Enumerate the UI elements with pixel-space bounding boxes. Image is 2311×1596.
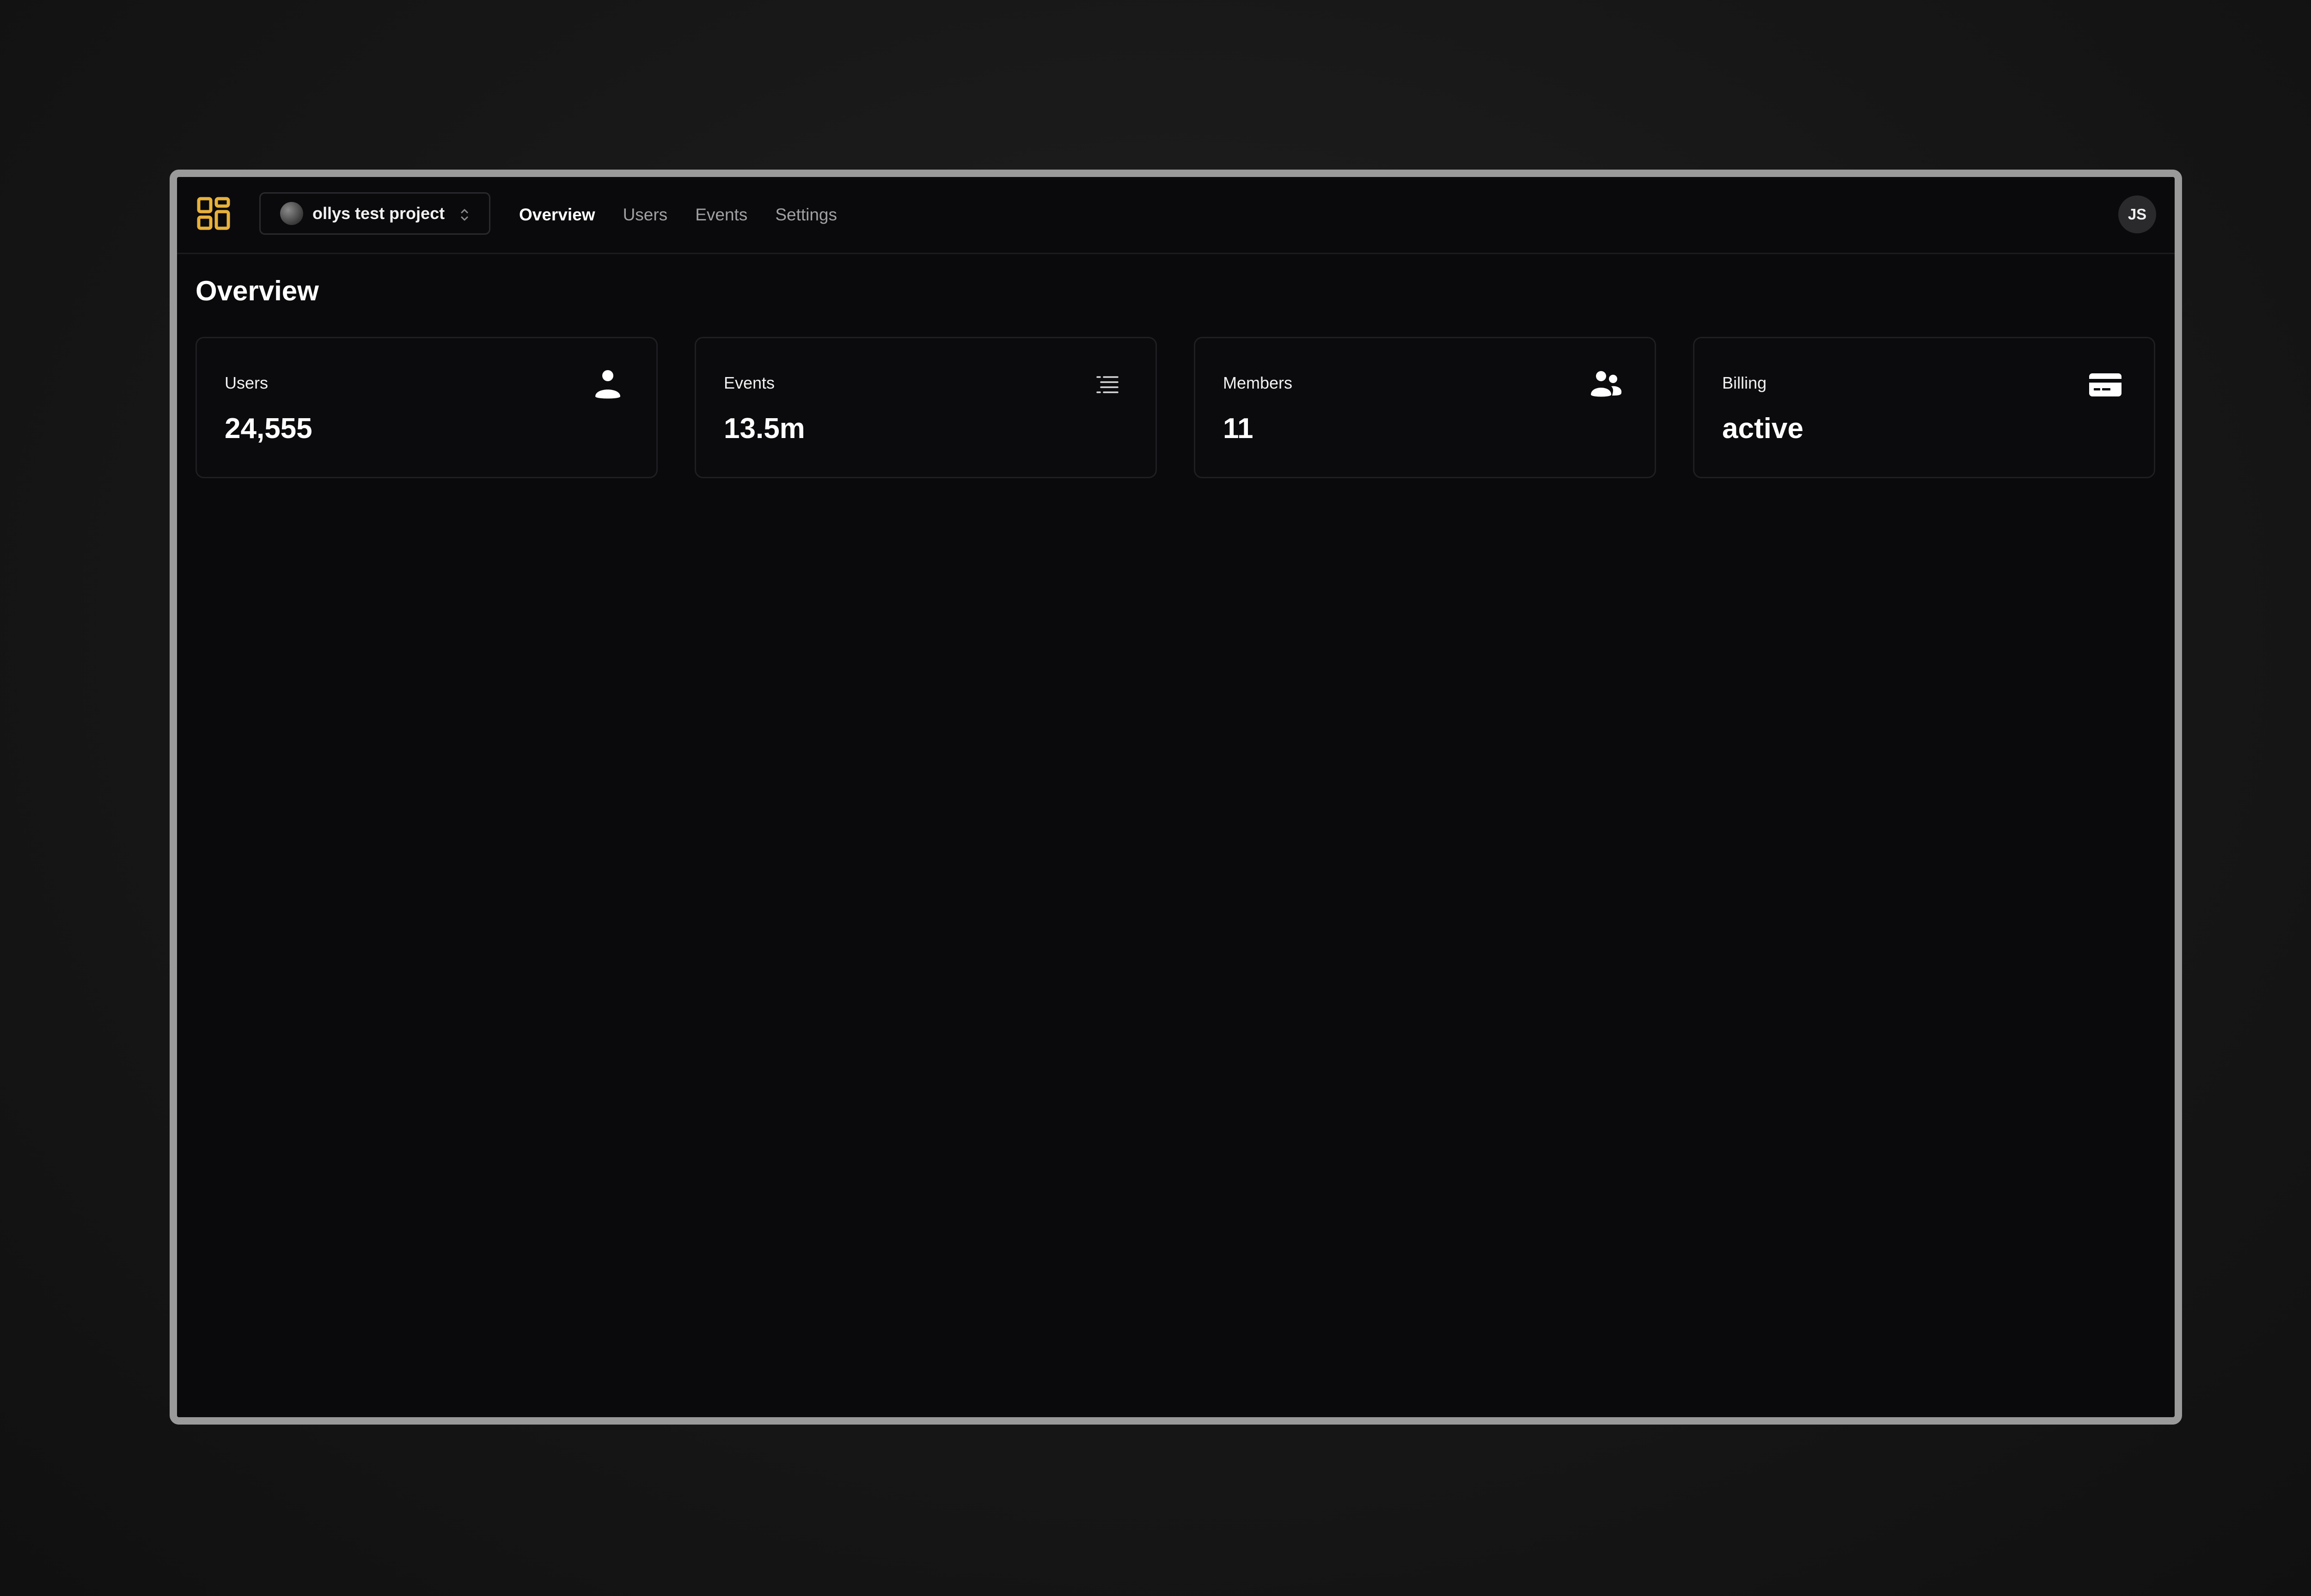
credit-card-icon xyxy=(2089,373,2121,396)
top-navigation-bar: ollys test project Overview Users Events… xyxy=(177,177,2175,254)
project-name: ollys test project xyxy=(312,204,445,223)
nav-overview[interactable]: Overview xyxy=(519,205,595,225)
stat-label: Billing xyxy=(1722,373,1767,392)
stat-label: Users xyxy=(225,373,269,392)
stat-value: 24,555 xyxy=(225,413,312,445)
stat-value: active xyxy=(1722,413,1804,445)
user-avatar[interactable]: JS xyxy=(2118,195,2156,233)
chevron-up-down-icon xyxy=(461,209,468,221)
users-icon xyxy=(1591,371,1622,397)
nav-events[interactable]: Events xyxy=(695,205,747,225)
project-switcher[interactable]: ollys test project xyxy=(259,192,490,235)
nav-settings[interactable]: Settings xyxy=(775,205,837,225)
page-title: Overview xyxy=(196,275,319,306)
dashboard-logo-icon[interactable] xyxy=(197,197,230,230)
stat-card-members: Members 11 xyxy=(1194,337,1656,478)
user-icon xyxy=(595,370,620,399)
stat-card-events: Events 13.5m xyxy=(695,337,1157,478)
stat-label: Events xyxy=(724,373,775,392)
list-icon xyxy=(1096,376,1119,393)
main-nav: Overview Users Events Settings xyxy=(519,177,865,253)
project-avatar xyxy=(280,202,303,225)
stat-card-billing: Billing active xyxy=(1693,337,2155,478)
stats-cards: Users 24,555 Events 13.5m Members 11 Bil… xyxy=(196,337,2155,478)
stat-label: Members xyxy=(1223,373,1293,392)
stat-card-users: Users 24,555 xyxy=(196,337,658,478)
nav-users[interactable]: Users xyxy=(623,205,668,225)
app-window: ollys test project Overview Users Events… xyxy=(170,170,2182,1425)
stat-value: 13.5m xyxy=(724,413,805,445)
stat-value: 11 xyxy=(1223,413,1253,445)
